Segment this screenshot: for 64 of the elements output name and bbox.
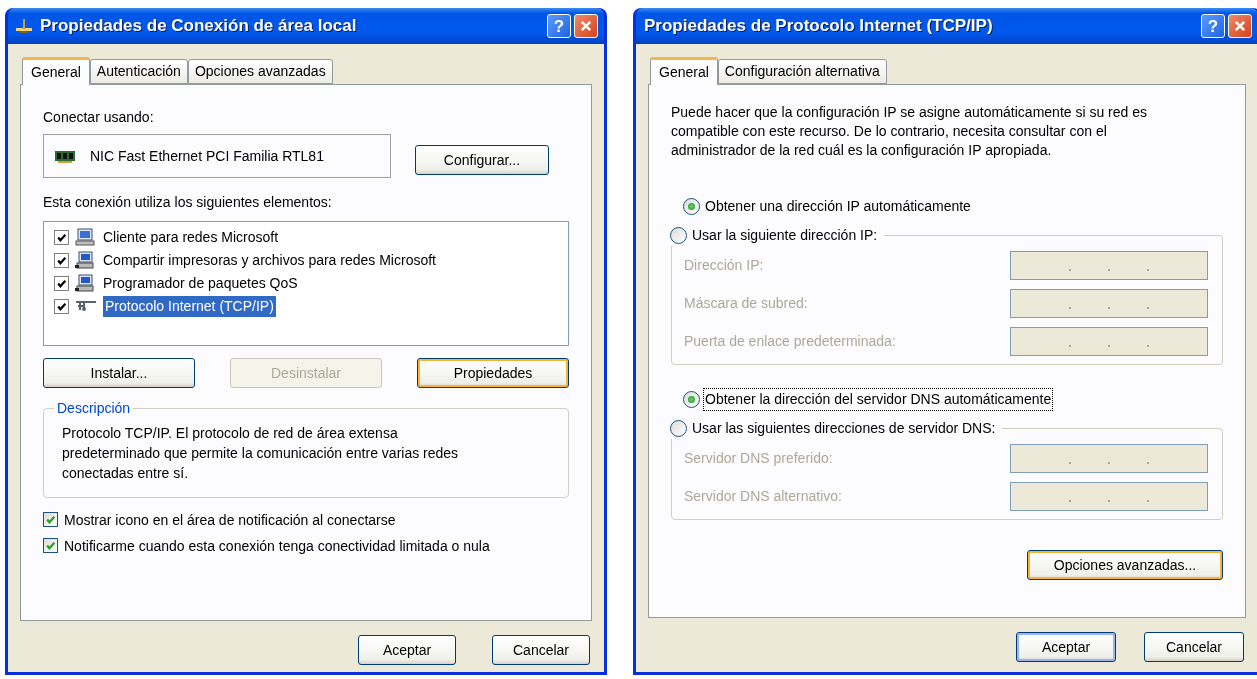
computer-icon xyxy=(75,228,95,246)
description-text: Protocolo TCP/IP. El protocolo de red de área extensa predeterminado que permite la comunicación entre varias redes conectadas entre sí. xyxy=(62,424,460,483)
computer-icon xyxy=(75,251,95,269)
radio-button[interactable] xyxy=(683,198,700,215)
section-label: Esta conexión utiliza los siguientes elementos: xyxy=(43,193,333,212)
radio-button[interactable] xyxy=(670,227,687,244)
group-label: Descripción xyxy=(56,399,132,418)
checkbox[interactable] xyxy=(54,275,69,291)
checkbox[interactable] xyxy=(43,512,58,527)
close-icon xyxy=(1233,19,1247,33)
button[interactable]: Instalar... xyxy=(43,358,195,388)
list-item[interactable]: Cliente para redes Microsoft xyxy=(101,226,281,248)
field-label: Puerta de enlace predeterminada: xyxy=(683,331,896,351)
tab[interactable]: General xyxy=(650,57,718,85)
radio-label[interactable]: Obtener la dirección del servidor DNS automáticamente xyxy=(704,389,1053,410)
list-item[interactable]: Programador de paquetes QoS xyxy=(101,272,300,294)
check-icon xyxy=(45,514,56,525)
window-title: Propiedades de Protocolo Internet (TCP/IP) xyxy=(643,15,994,38)
check-icon xyxy=(56,231,67,243)
checkbox[interactable] xyxy=(54,229,69,245)
section-label: Conectar usando: xyxy=(43,108,155,127)
tab[interactable]: Configuración alternativa xyxy=(717,59,887,84)
configure-button[interactable]: Configurar... xyxy=(415,145,549,175)
button[interactable]: Cancelar xyxy=(1144,632,1244,662)
help-button[interactable]: ? xyxy=(1201,14,1225,38)
checkbox[interactable] xyxy=(43,538,58,553)
checkbox[interactable] xyxy=(54,298,69,314)
network-card-icon xyxy=(54,148,78,164)
computer-icon xyxy=(75,274,95,292)
field-label: Servidor DNS preferido: xyxy=(683,448,833,468)
list-item[interactable]: Protocolo Internet (TCP/IP) xyxy=(103,295,276,317)
field-label: Servidor DNS alternativo: xyxy=(683,486,842,506)
window-title: Propiedades de Conexión de área local xyxy=(39,15,358,38)
radio-label[interactable]: Usar la siguiente dirección IP: xyxy=(691,225,879,246)
list-item[interactable]: Compartir impresoras y archivos para redes Microsoft xyxy=(101,249,438,271)
button[interactable]: Aceptar xyxy=(358,635,456,665)
button[interactable]: Propiedades xyxy=(417,358,569,388)
radio-label[interactable]: Usar las siguientes direcciones de servidor DNS: xyxy=(691,418,997,439)
field-label: Máscara de subred: xyxy=(683,293,808,313)
radio-button[interactable] xyxy=(683,391,700,408)
tab[interactable]: Opciones avanzadas xyxy=(187,59,333,84)
button[interactable]: Aceptar xyxy=(1016,632,1116,662)
help-button[interactable]: ? xyxy=(547,14,571,38)
close-button[interactable] xyxy=(574,14,598,38)
checkbox[interactable] xyxy=(54,252,69,268)
field-label: Dirección IP: xyxy=(683,255,764,275)
checkbox-label[interactable]: Mostrar icono en el área de notificación al conectarse xyxy=(64,511,396,530)
check-icon xyxy=(45,540,56,551)
radio-label[interactable]: Obtener una dirección IP automáticamente xyxy=(704,196,972,217)
button[interactable]: Cancelar xyxy=(492,635,590,665)
close-icon xyxy=(579,19,593,33)
network-icon xyxy=(14,16,34,36)
network-cable-icon xyxy=(75,299,97,313)
advanced-options-button[interactable]: Opciones avanzadas... xyxy=(1027,550,1223,580)
close-button[interactable] xyxy=(1228,14,1252,38)
adapter-name: NIC Fast Ethernet PCI Familia RTL81 xyxy=(90,146,324,166)
radio-button[interactable] xyxy=(670,420,687,437)
check-icon xyxy=(56,300,67,312)
intro-text: Puede hacer que la configuración IP se asigne automáticamente si su red es compatible con este recurso. De lo contrario, necesita consultar con el administrador de la red cuál es la configuración IP apropiada. xyxy=(671,103,1149,160)
tab[interactable]: Autenticación xyxy=(89,59,188,84)
checkbox-label[interactable]: Notificarme cuando esta conexión tenga conectividad limitada o nula xyxy=(64,537,490,556)
tab[interactable]: General xyxy=(22,57,90,85)
check-icon xyxy=(56,254,67,266)
check-icon xyxy=(56,277,67,289)
